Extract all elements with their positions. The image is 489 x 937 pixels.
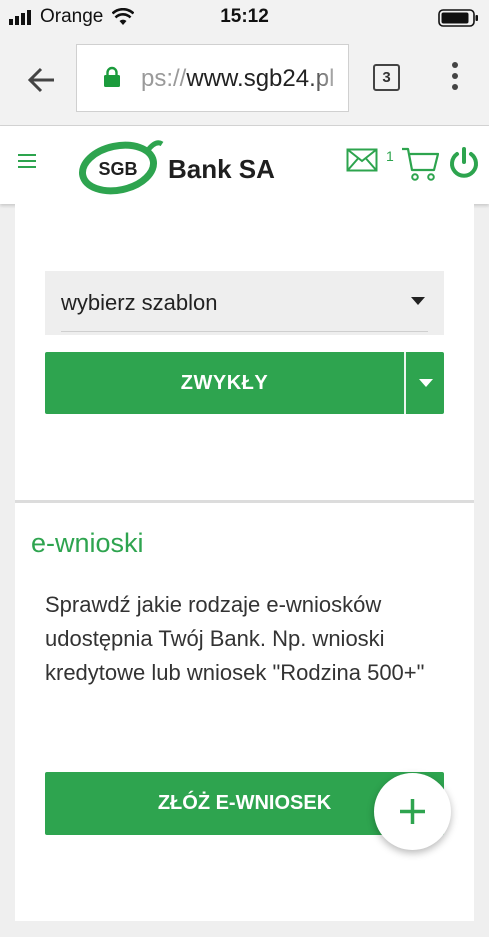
plus-icon	[400, 799, 425, 824]
transfer-type-dropdown-button[interactable]	[406, 352, 444, 414]
mail-icon[interactable]	[346, 148, 378, 172]
menu-dots-icon[interactable]	[449, 62, 461, 96]
back-arrow-icon[interactable]	[26, 64, 58, 96]
template-select-value: wybierz szablon	[61, 290, 218, 315]
lock-icon	[104, 66, 120, 87]
transfer-card: wybierz szablon ZWYKŁY	[15, 204, 474, 501]
clock: 15:12	[220, 6, 269, 27]
select-underline	[61, 331, 428, 332]
tab-switcher-button[interactable]: 3	[373, 64, 400, 91]
url-scheme: ps://	[141, 65, 187, 92]
logo-text: Bank SA	[168, 154, 275, 184]
hamburger-icon[interactable]	[18, 154, 36, 168]
site-header: SGB Bank SA 1	[0, 126, 489, 204]
logo-mark: SGB	[98, 159, 137, 179]
chevron-down-icon	[411, 297, 425, 305]
template-select[interactable]: wybierz szablon	[45, 271, 444, 335]
transfer-type-button[interactable]: ZWYKŁY	[45, 352, 404, 414]
transfer-type-split-button: ZWYKŁY	[45, 352, 444, 414]
cart-icon[interactable]	[401, 146, 439, 182]
browser-toolbar: ps://www.sgb24.pl 3	[0, 34, 489, 126]
battery-icon	[438, 9, 478, 27]
add-fab-button[interactable]	[374, 773, 451, 850]
power-icon[interactable]	[448, 146, 480, 180]
status-bar: Orange 15:12	[0, 0, 489, 34]
mail-count-badge: 1	[386, 148, 394, 164]
chevron-down-icon	[419, 379, 433, 387]
sgb-logo[interactable]: SGB Bank SA	[78, 132, 278, 198]
address-bar[interactable]: ps://www.sgb24.pl	[76, 44, 349, 112]
ewnioski-description: Sprawdź jakie rodzaje e-wniosków udostęp…	[45, 592, 425, 685]
ewnioski-title: e-wnioski	[31, 528, 144, 558]
url-text: ps://www.sgb24.pl	[141, 65, 334, 93]
ewnioski-card: e-wnioski Sprawdź jakie rodzaje e-wniosk…	[15, 503, 474, 921]
url-fade	[308, 45, 348, 111]
